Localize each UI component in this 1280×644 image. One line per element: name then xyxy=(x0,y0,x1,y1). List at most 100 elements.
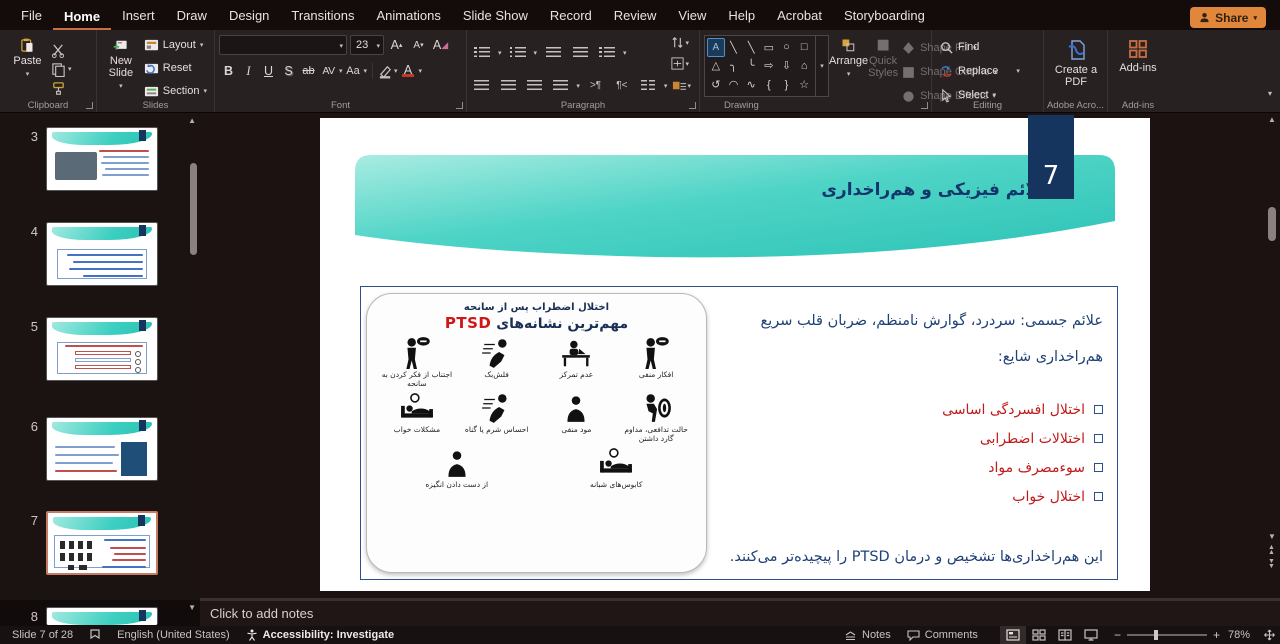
create-pdf-button[interactable]: Create a PDF xyxy=(1048,35,1104,99)
menu-animations[interactable]: Animations xyxy=(366,2,452,30)
italic-button[interactable]: I xyxy=(239,61,258,81)
shapes-gallery[interactable]: A ╲ ╲ ▭ ○ □ △ ╮ ╰ ⇨ ⇩ ⌂ ↺ ◠ ∿ xyxy=(704,35,816,97)
slide-thumbnail-5[interactable] xyxy=(46,317,158,381)
font-name-combobox[interactable]: ▾ xyxy=(219,35,347,55)
addins-button[interactable]: Add-ins xyxy=(1112,35,1164,99)
slide-canvas[interactable]: علائم فیزیکی و هم‌راخداری 7 اختلال اضطرا… xyxy=(320,118,1150,591)
ltr-direction-button[interactable]: >¶ xyxy=(585,76,606,95)
notes-toggle-button[interactable]: Notes xyxy=(836,626,899,644)
menu-record[interactable]: Record xyxy=(539,2,603,30)
share-button[interactable]: Share ▾ xyxy=(1190,7,1266,28)
menu-design[interactable]: Design xyxy=(218,2,280,30)
accessibility-button[interactable]: Accessibility: Investigate xyxy=(238,626,402,644)
arrange-button[interactable]: Arrange ▾ xyxy=(829,35,868,81)
menu-home[interactable]: Home xyxy=(53,3,111,31)
menu-storyboarding[interactable]: Storyboarding xyxy=(833,2,936,30)
align-text-button[interactable]: ▾ xyxy=(670,56,689,71)
line-spacing-button[interactable] xyxy=(596,44,618,63)
menu-help[interactable]: Help xyxy=(717,2,766,30)
thumbnails-scrollbar-thumb[interactable] xyxy=(190,163,197,255)
slide-thumbnail-8[interactable] xyxy=(46,607,158,625)
slideshow-view-button[interactable] xyxy=(1078,626,1104,644)
new-slide-button[interactable]: New Slide ▾ xyxy=(101,35,141,99)
thumbnails-scroll-down-arrow[interactable]: ▼ xyxy=(188,603,196,612)
menu-review[interactable]: Review xyxy=(603,2,668,30)
menu-insert[interactable]: Insert xyxy=(111,2,166,30)
text-direction-button[interactable]: ▾ xyxy=(670,35,689,50)
text-shadow-button[interactable]: S xyxy=(279,61,298,81)
increase-indent-button[interactable] xyxy=(569,44,591,63)
scroll-up-arrow[interactable]: ▲ xyxy=(1268,115,1276,124)
font-size-combobox[interactable]: 23▾ xyxy=(350,35,384,55)
slide-title-band[interactable] xyxy=(355,155,1115,265)
justify-button[interactable] xyxy=(550,76,571,95)
cut-icon[interactable] xyxy=(51,43,66,58)
zoom-in-button[interactable]: + xyxy=(1213,628,1220,642)
slide-body-text[interactable]: علائم جسمی: سردرد، گوارش نامنظم، ضربان ق… xyxy=(713,309,1103,511)
slide-content-box[interactable]: اختلال اضطراب پس از سانحه مهم‌ترین نشانه… xyxy=(360,286,1118,580)
find-button[interactable]: Find xyxy=(936,37,1039,57)
zoom-slider-thumb[interactable] xyxy=(1154,630,1158,640)
language-button[interactable]: English (United States) xyxy=(109,626,238,644)
menu-acrobat[interactable]: Acrobat xyxy=(766,2,833,30)
layout-button[interactable]: Layout▾ xyxy=(141,35,210,55)
slide-number-tab[interactable]: 7 xyxy=(1028,115,1074,199)
grow-font-button[interactable]: A▴ xyxy=(387,35,406,55)
font-color-button[interactable]: A xyxy=(399,61,418,81)
align-center-button[interactable] xyxy=(497,76,518,95)
replace-button[interactable]: Replace▾ xyxy=(936,61,1039,81)
slide-footer-text[interactable]: این هم‌راخداری‌ها تشخیص و درمان PTSD را … xyxy=(503,549,1103,565)
align-left-button[interactable] xyxy=(471,76,492,95)
menu-slide-show[interactable]: Slide Show xyxy=(452,2,539,30)
spell-check-icon[interactable] xyxy=(81,626,109,644)
slide-thumbnail-6[interactable] xyxy=(46,417,158,481)
zoom-percent-button[interactable]: 78% xyxy=(1220,626,1258,644)
format-painter-icon[interactable] xyxy=(51,81,66,96)
collapse-ribbon-button[interactable]: ▾ xyxy=(1268,89,1272,98)
paragraph-dialog-launcher[interactable] xyxy=(689,102,696,109)
menu-file[interactable]: File xyxy=(10,2,53,30)
thumbnails-scroll-up-arrow[interactable]: ▲ xyxy=(188,116,196,125)
slide-title[interactable]: علائم فیزیکی و هم‌راخداری xyxy=(821,180,1050,200)
rtl-direction-button[interactable]: ¶< xyxy=(611,76,632,95)
shrink-font-button[interactable]: A▾ xyxy=(409,35,428,55)
slide-indicator[interactable]: Slide 7 of 28 xyxy=(0,626,81,644)
change-case-button[interactable]: Aa xyxy=(344,61,363,81)
notes-pane[interactable]: Click to add notes xyxy=(200,601,1280,626)
clipboard-dialog-launcher[interactable] xyxy=(86,102,93,109)
drawing-dialog-launcher[interactable] xyxy=(921,102,928,109)
text-box-shape[interactable]: A xyxy=(707,38,725,57)
editor-scrollbar-thumb[interactable] xyxy=(1268,207,1276,241)
normal-view-button[interactable] xyxy=(1000,626,1026,644)
character-spacing-button[interactable]: AV xyxy=(319,61,338,81)
quick-styles-button[interactable]: Quick Styles xyxy=(868,35,898,79)
slide-thumbnail-3[interactable] xyxy=(46,127,158,191)
bullets-button[interactable] xyxy=(471,44,493,63)
menu-transitions[interactable]: Transitions xyxy=(280,2,365,30)
menu-view[interactable]: View xyxy=(667,2,717,30)
underline-button[interactable]: U xyxy=(259,61,278,81)
menu-draw[interactable]: Draw xyxy=(166,2,218,30)
previous-slide-button[interactable]: ▲▲ xyxy=(1268,545,1275,555)
highlight-color-button[interactable] xyxy=(378,64,393,79)
strikethrough-button[interactable]: ab xyxy=(299,61,318,81)
font-dialog-launcher[interactable] xyxy=(456,102,463,109)
align-right-button[interactable] xyxy=(524,76,545,95)
columns-button[interactable] xyxy=(638,76,659,95)
reset-button[interactable]: Reset xyxy=(141,58,210,78)
clear-formatting-button[interactable]: A◢ xyxy=(431,35,450,55)
fit-slide-to-window-button[interactable] xyxy=(1258,626,1280,644)
slide-thumbnail-7-selected[interactable] xyxy=(46,511,158,575)
zoom-slider[interactable] xyxy=(1127,634,1207,636)
shapes-gallery-more-button[interactable]: ▾ xyxy=(816,35,829,97)
next-slide-button[interactable]: ▼▼ xyxy=(1268,559,1275,569)
zoom-out-button[interactable]: − xyxy=(1114,628,1121,642)
scroll-down-arrow[interactable]: ▼ xyxy=(1268,532,1276,541)
numbering-button[interactable] xyxy=(507,44,529,63)
bold-button[interactable]: B xyxy=(219,61,238,81)
paste-button[interactable]: Paste ▾ xyxy=(4,35,51,99)
convert-smartart-button[interactable]: ▾ xyxy=(672,78,695,93)
slide-thumbnail-4[interactable] xyxy=(46,222,158,286)
ptsd-infographic-image[interactable]: اختلال اضطراب پس از سانحه مهم‌ترین نشانه… xyxy=(366,293,707,573)
slide-sorter-view-button[interactable] xyxy=(1026,626,1052,644)
